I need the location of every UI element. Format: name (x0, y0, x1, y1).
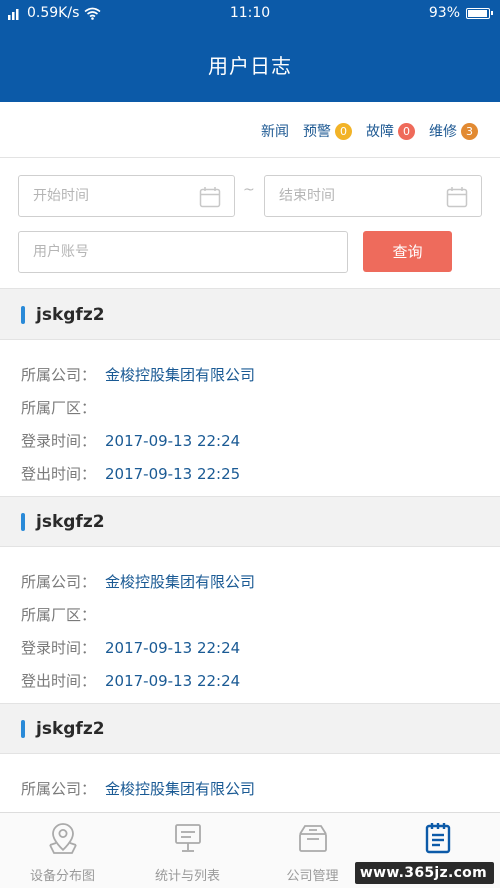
tab-label: 统计与列表 (154, 869, 220, 884)
category-tag[interactable]: 新闻 (261, 121, 289, 141)
count-badge: 0 (398, 122, 415, 140)
map-pin-icon (46, 821, 80, 865)
login-value: 2017-09-13 22:24 (105, 431, 241, 450)
logout-label: 登出时间： (21, 672, 97, 690)
account-name: jskgfz2 (36, 304, 105, 325)
calendar-icon[interactable] (199, 186, 221, 208)
inbox-icon (296, 821, 330, 865)
end-time-field[interactable] (264, 175, 482, 217)
accent-bar (21, 305, 25, 324)
notepad-icon (421, 821, 455, 865)
login-label: 登录时间： (21, 432, 97, 450)
tab-label: 公司管理 (286, 869, 339, 884)
log-row-plant: 所属厂区： (21, 391, 500, 424)
account-name: jskgfz2 (36, 511, 105, 532)
company-value: 金梭控股集团有限公司 (105, 780, 256, 798)
login-label: 登录时间： (21, 639, 97, 657)
filter-form: ~ 查询 (0, 158, 500, 289)
tab-monitor[interactable]: 统计与列表 (125, 813, 250, 888)
log-row-logout: 登出时间： 2017-09-13 22:25 (21, 457, 500, 490)
calendar-icon[interactable] (446, 186, 468, 208)
log-row-login: 登录时间： 2017-09-13 22:24 (21, 424, 500, 457)
search-button[interactable]: 查询 (363, 231, 452, 272)
category-tag-label: 维修 (429, 124, 457, 140)
log-row-company: 所属公司： 金梭控股集团有限公司 (21, 565, 500, 598)
log-card-header: jskgfz2 (0, 290, 500, 340)
plant-label: 所属厂区： (21, 606, 97, 624)
log-card[interactable]: jskgfz2 所属公司： 金梭控股集团有限公司 所属厂区： 登录时间： 2017-09-… (0, 290, 500, 497)
count-badge: 3 (461, 122, 478, 140)
log-card[interactable]: jskgfz2 所属公司： 金梭控股集团有限公司 所属厂区： 登录时间： 2017-09-… (0, 497, 500, 704)
count-badge: 0 (335, 122, 352, 140)
page-title: 用户日志 (208, 54, 292, 78)
tab-map-pin[interactable]: 设备分布图 (0, 813, 125, 888)
start-time-field[interactable] (18, 175, 235, 217)
category-tag-label: 新闻 (261, 124, 289, 140)
account-name: jskgfz2 (36, 718, 105, 739)
logout-label: 登出时间： (21, 465, 97, 483)
watermark-logo: www.365jz.com (354, 862, 494, 884)
battery-percent: 93% (428, 5, 460, 21)
log-list: jskgfz2 所属公司： 金梭控股集团有限公司 所属厂区： 登录时间： 2017-09-… (0, 290, 500, 888)
log-row-login: 登录时间： 2017-09-13 22:24 (21, 631, 500, 664)
log-row-plant: 所属厂区： (21, 598, 500, 631)
category-tag[interactable]: 维修 3 (429, 121, 478, 141)
battery-icon (466, 7, 493, 19)
accent-bar (21, 512, 25, 531)
status-time: 11:10 (229, 5, 271, 21)
app-header: 0.59K/s 11:10 93% 用户日志 (0, 0, 500, 102)
category-bar: 新闻 预警 0 故障 0 维修 3 (0, 102, 500, 158)
log-row-logout: 登出时间： 2017-09-13 22:24 (21, 664, 500, 697)
status-bar: 0.59K/s 11:10 93% (0, 0, 500, 28)
range-separator: ~ (243, 182, 255, 198)
log-card-header: jskgfz2 (0, 704, 500, 754)
logout-value: 2017-09-13 22:24 (105, 671, 241, 690)
category-tag[interactable]: 预警 0 (303, 121, 352, 141)
company-label: 所属公司： (21, 366, 97, 384)
category-tag[interactable]: 故障 0 (366, 121, 415, 141)
log-row-company: 所属公司： 金梭控股集团有限公司 (21, 358, 500, 391)
login-value: 2017-09-13 22:24 (105, 638, 241, 657)
category-tag-label: 故障 (366, 124, 394, 140)
category-tag-label: 预警 (303, 124, 331, 140)
company-label: 所属公司： (21, 573, 97, 591)
account-input[interactable] (19, 232, 347, 272)
monitor-icon (171, 821, 205, 865)
company-label: 所属公司： (21, 780, 97, 798)
log-card-header: jskgfz2 (0, 497, 500, 547)
tab-label: 设备分布图 (29, 869, 95, 884)
log-row-company: 所属公司： 金梭控股集团有限公司 (21, 772, 500, 805)
logout-value: 2017-09-13 22:25 (105, 464, 241, 483)
account-field[interactable] (18, 231, 348, 273)
company-value: 金梭控股集团有限公司 (105, 366, 256, 384)
accent-bar (21, 719, 25, 738)
plant-label: 所属厂区： (21, 399, 97, 417)
company-value: 金梭控股集团有限公司 (105, 573, 256, 591)
